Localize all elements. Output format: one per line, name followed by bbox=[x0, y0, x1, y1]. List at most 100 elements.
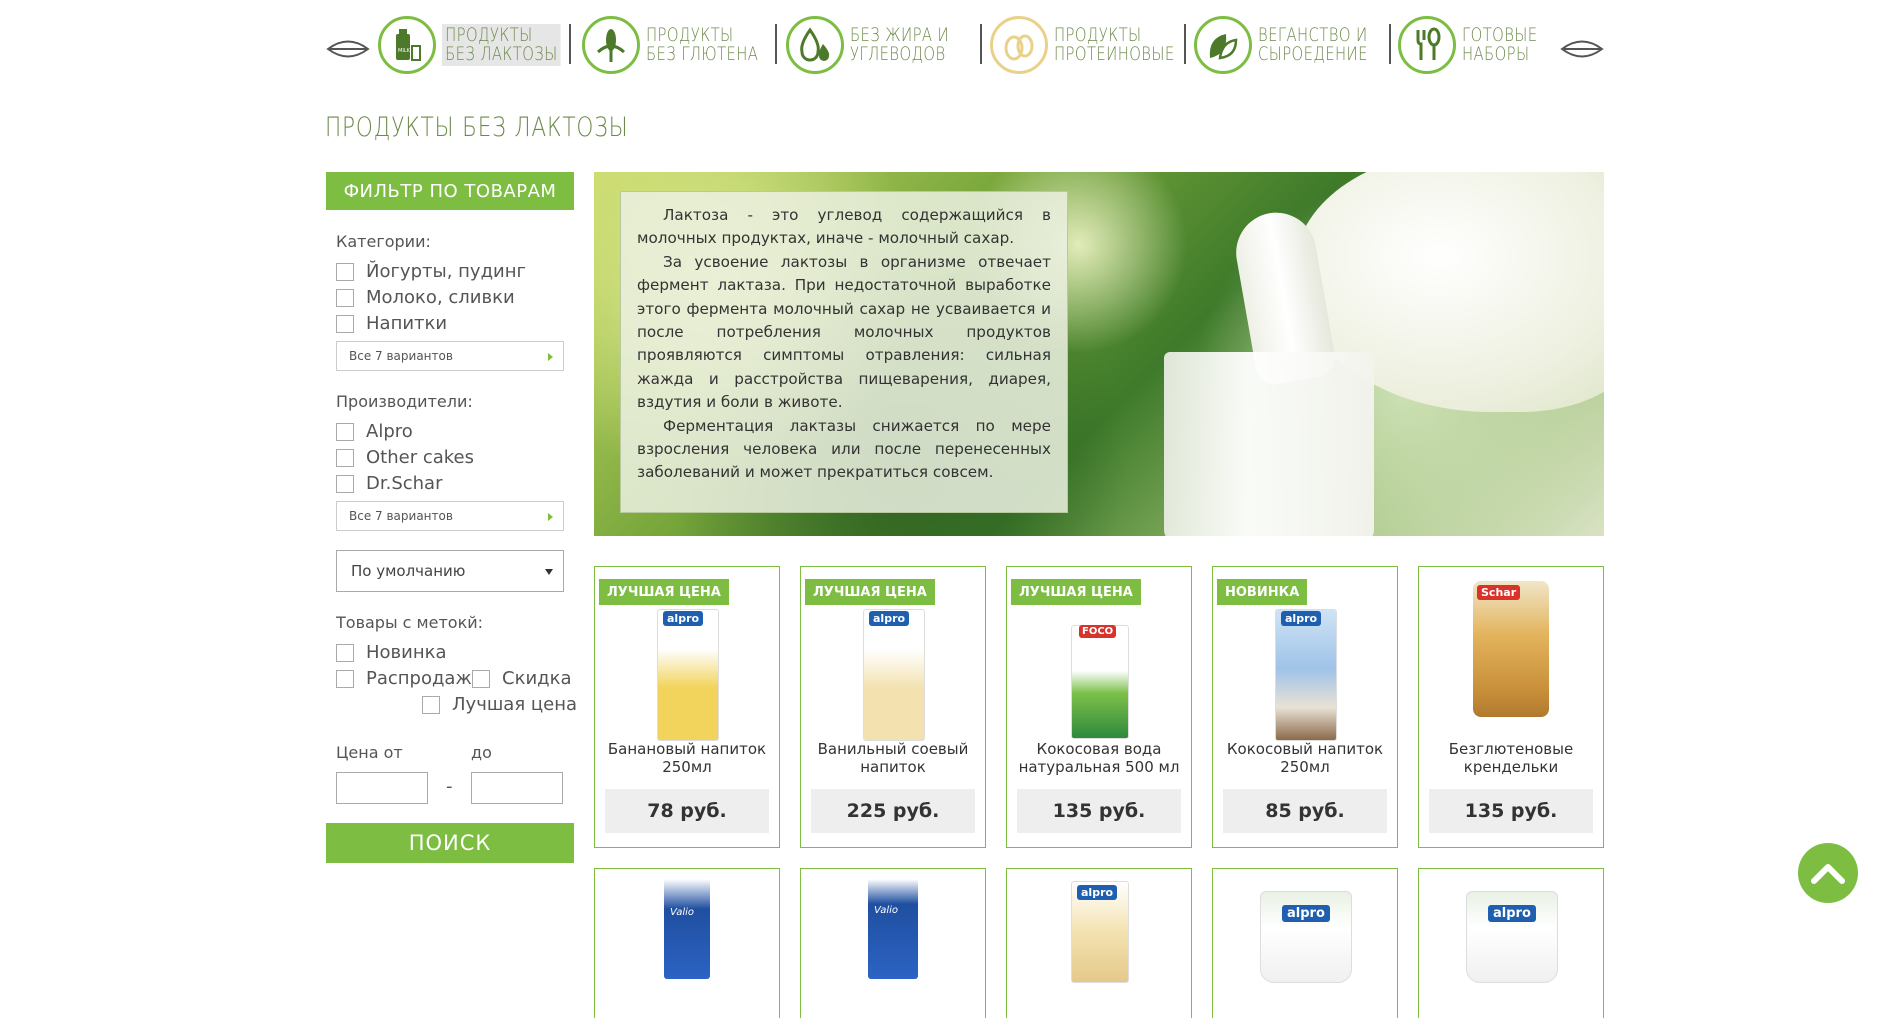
milk-glass-image bbox=[1164, 352, 1374, 536]
checkbox-label: Other cakes bbox=[366, 447, 474, 468]
product-image[interactable]: Valio bbox=[868, 879, 918, 979]
checkbox-box[interactable] bbox=[472, 669, 490, 688]
product-image[interactable]: Schar bbox=[1473, 581, 1549, 717]
price-from-input[interactable] bbox=[336, 772, 428, 804]
category-checkbox[interactable]: Напитки bbox=[336, 313, 447, 334]
checkbox-box[interactable] bbox=[336, 669, 354, 688]
checkbox-box[interactable] bbox=[336, 288, 354, 307]
tag-checkbox[interactable]: Скидка bbox=[472, 668, 572, 689]
tag-checkbox[interactable]: Лучшая цена bbox=[422, 694, 577, 715]
scroll-top-button[interactable] bbox=[1798, 843, 1858, 903]
checkbox-label: Лучшая цена bbox=[452, 694, 577, 715]
nav-cat-label: Продукты протеиновые bbox=[1054, 24, 1175, 65]
nav-cat-label: Веганство и сыроедение bbox=[1258, 24, 1368, 65]
nav-prev-arrow[interactable] bbox=[326, 38, 370, 60]
carton-shape bbox=[1071, 625, 1129, 739]
leaf-arrow-right-icon bbox=[1560, 40, 1604, 58]
product-card[interactable]: alpro ЛУЧШАЯ ЦЕНА Банановый напиток 250м… bbox=[594, 566, 780, 848]
category-checkbox[interactable]: Йогурты, пудинг bbox=[336, 261, 526, 282]
checkbox-box[interactable] bbox=[422, 695, 440, 714]
maker-checkbox[interactable]: Other cakes bbox=[336, 447, 474, 468]
product-card[interactable]: alpro bbox=[1006, 868, 1192, 1018]
carton-shape bbox=[664, 879, 710, 979]
nav-cat-gluten-free[interactable]: Продукты без глютена bbox=[582, 14, 790, 76]
svg-text:MILK: MILK bbox=[398, 48, 411, 54]
product-name[interactable]: Кокосовый напиток 250мл bbox=[1217, 740, 1393, 776]
product-price: 85 руб. bbox=[1223, 789, 1387, 833]
nav-cat-ready-sets[interactable]: Готовые наборы bbox=[1398, 14, 1559, 76]
maker-checkbox[interactable]: Alpro bbox=[336, 421, 413, 442]
product-name[interactable]: Банановый напиток 250мл bbox=[599, 740, 775, 776]
nav-cat-label: Без жира и углеводов bbox=[850, 24, 950, 65]
banner-paragraph: Лактоза - это углевод содержащийся в мол… bbox=[637, 206, 1051, 248]
product-image[interactable]: alpro bbox=[863, 609, 925, 741]
tag-checkbox[interactable]: Распродажа bbox=[336, 668, 483, 689]
checkbox-box[interactable] bbox=[336, 448, 354, 467]
search-button[interactable]: ПОИСК bbox=[326, 823, 574, 863]
dropdown-label: Все 7 вариантов bbox=[349, 509, 453, 523]
product-name[interactable]: Ванильный соевый напиток bbox=[805, 740, 981, 776]
sort-value: По умолчанию bbox=[351, 562, 466, 580]
brand-logo: FOCO bbox=[1079, 625, 1117, 638]
checkbox-label: Dr.Schar bbox=[366, 473, 443, 494]
nav-cat-fat-free[interactable]: Без жира и углеводов bbox=[786, 14, 977, 76]
product-card[interactable]: Schar Безглютеновые крендельки 135 руб. bbox=[1418, 566, 1604, 848]
product-price: 135 руб. bbox=[1017, 789, 1181, 833]
brand-logo: alpro bbox=[1077, 885, 1118, 900]
product-price: 78 руб. bbox=[605, 789, 769, 833]
product-card[interactable]: alpro bbox=[1212, 868, 1398, 1018]
brand-logo: alpro bbox=[1488, 905, 1536, 922]
product-image[interactable]: alpro bbox=[1260, 891, 1352, 983]
product-card[interactable]: alpro ЛУЧШАЯ ЦЕНА Ванильный соевый напит… bbox=[800, 566, 986, 848]
banner-paragraph: За усвоение лактозы в организме отвечает… bbox=[637, 252, 1051, 412]
product-card[interactable]: Valio bbox=[800, 868, 986, 1018]
checkbox-box[interactable] bbox=[336, 422, 354, 441]
categories-more-dropdown[interactable]: Все 7 вариантов bbox=[336, 341, 564, 371]
product-image[interactable]: FOCO bbox=[1071, 625, 1129, 739]
product-badge: ЛУЧШАЯ ЦЕНА bbox=[805, 579, 935, 605]
nav-cat-label: Продукты без глютена bbox=[646, 24, 759, 65]
leaves-icon bbox=[1194, 16, 1252, 74]
tag-checkbox[interactable]: Новинка bbox=[336, 642, 447, 663]
product-card[interactable]: Valio bbox=[594, 868, 780, 1018]
carton-shape bbox=[863, 609, 925, 741]
banner-text-box: Лактоза - это углевод содержащийся в мол… bbox=[620, 191, 1068, 513]
carton-shape bbox=[1275, 609, 1337, 741]
checkbox-label: Йогурты, пудинг bbox=[366, 261, 526, 282]
checkbox-box[interactable] bbox=[336, 262, 354, 281]
product-image[interactable]: Valio bbox=[664, 879, 710, 979]
dropdown-label: Все 7 вариантов bbox=[349, 349, 453, 363]
leaf-arrow-left-icon bbox=[326, 40, 370, 58]
checkbox-box[interactable] bbox=[336, 474, 354, 493]
checkbox-box[interactable] bbox=[336, 314, 354, 333]
nav-cat-lactose-free[interactable]: MILK Продукты без лактозы bbox=[378, 14, 594, 76]
product-name[interactable]: Кокосовая вода натуральная 500 мл bbox=[1011, 740, 1187, 776]
brand-logo: Schar bbox=[1477, 585, 1521, 600]
caret-right-icon bbox=[548, 353, 553, 361]
makers-more-dropdown[interactable]: Все 7 вариантов bbox=[336, 501, 564, 531]
checkbox-label: Alpro bbox=[366, 421, 413, 442]
price-to-input[interactable] bbox=[471, 772, 563, 804]
carton-shape bbox=[868, 879, 918, 979]
maker-checkbox[interactable]: Dr.Schar bbox=[336, 473, 443, 494]
product-image[interactable]: alpro bbox=[657, 609, 719, 741]
product-image[interactable]: alpro bbox=[1071, 881, 1129, 983]
brand-logo: alpro bbox=[663, 611, 704, 626]
sort-select[interactable]: По умолчанию bbox=[336, 550, 564, 592]
nav-next-arrow[interactable] bbox=[1560, 38, 1604, 60]
caret-down-icon bbox=[545, 569, 553, 575]
nav-cat-protein[interactable]: Продукты протеиновые bbox=[990, 14, 1209, 76]
drops-icon bbox=[786, 16, 844, 74]
product-card[interactable]: FOCO ЛУЧШАЯ ЦЕНА Кокосовая вода натураль… bbox=[1006, 566, 1192, 848]
product-card[interactable]: alpro НОВИНКА Кокосовый напиток 250мл 85… bbox=[1212, 566, 1398, 848]
checkbox-box[interactable] bbox=[336, 643, 354, 662]
product-card[interactable]: alpro bbox=[1418, 868, 1604, 1018]
nav-cat-vegan[interactable]: Веганство и сыроедение bbox=[1194, 14, 1399, 76]
category-checkbox[interactable]: Молоко, сливки bbox=[336, 287, 515, 308]
product-name[interactable]: Безглютеновые крендельки bbox=[1423, 740, 1599, 776]
product-image[interactable]: alpro bbox=[1275, 609, 1337, 741]
product-price: 225 руб. bbox=[811, 789, 975, 833]
nav-separator bbox=[569, 24, 571, 64]
filter-header: ФИЛЬТР ПО ТОВАРАМ bbox=[326, 172, 574, 210]
product-image[interactable]: alpro bbox=[1466, 891, 1558, 983]
